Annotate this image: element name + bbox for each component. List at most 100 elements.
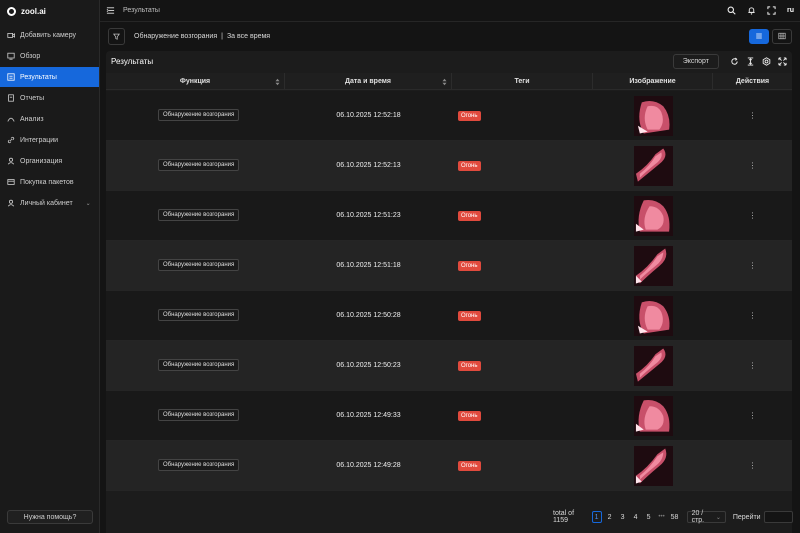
cell-datetime: 06.10.2025 12:49:33 <box>285 391 452 440</box>
page-3[interactable]: 3 <box>618 511 628 523</box>
sort-icon[interactable] <box>275 78 280 86</box>
bell-icon[interactable] <box>747 6 756 15</box>
table-row[interactable]: Обнаружение возгорания 06.10.2025 12:52:1… <box>106 91 792 141</box>
table-row[interactable]: Обнаружение возгорания 06.10.2025 12:50:2… <box>106 291 792 341</box>
fire-thumbnail-image[interactable] <box>633 395 673 436</box>
sidebar-item-integrations[interactable]: Интеграции <box>0 130 99 150</box>
column-header-label: Изображение <box>629 77 676 85</box>
table-row[interactable]: Обнаружение возгорания 06.10.2025 12:50:2… <box>106 341 792 391</box>
refresh-icon[interactable] <box>730 57 739 66</box>
table-row[interactable]: Обнаружение возгорания 06.10.2025 12:51:1… <box>106 241 792 291</box>
fire-thumbnail-image[interactable] <box>633 345 673 386</box>
fullscreen-icon[interactable] <box>767 6 776 15</box>
page-4[interactable]: 4 <box>631 511 641 523</box>
language-switch[interactable]: ru <box>787 7 794 14</box>
column-header-label: Действия <box>735 77 770 85</box>
cell-tags: Огонь <box>452 241 593 290</box>
sidebar-item-results[interactable]: Результаты <box>0 67 99 87</box>
more-actions-icon[interactable]: ⋮ <box>749 311 757 320</box>
cell-function: Обнаружение возгорания <box>106 141 285 190</box>
brand-logo[interactable]: zool.ai <box>0 0 99 22</box>
sort-icon[interactable] <box>442 78 447 86</box>
table-row[interactable]: Обнаружение возгорания 06.10.2025 12:52:1… <box>106 141 792 191</box>
sidebar-item-purchase[interactable]: Покупка пакетов <box>0 172 99 192</box>
pagination: total of 1159 1 2 3 4 5 ••• 58 20 / стр.… <box>553 510 794 524</box>
page-last[interactable]: 58 <box>670 511 680 523</box>
column-header-datetime[interactable]: Дата и время <box>285 73 452 89</box>
sidebar-item-account[interactable]: Личный кабинет ⌄ <box>0 193 99 213</box>
cell-function: Обнаружение возгорания <box>106 191 285 240</box>
sidebar-item-label: Результаты <box>20 73 57 81</box>
settings-icon[interactable] <box>762 56 771 66</box>
fire-thumbnail-image[interactable] <box>633 95 673 136</box>
function-tag: Обнаружение возгорания <box>158 108 240 121</box>
sidebar-item-organization[interactable]: Организация <box>0 151 99 171</box>
sidebar-item-overview[interactable]: Обзор <box>0 46 99 66</box>
help-button[interactable]: Нужна помощь? <box>7 510 93 524</box>
table-row[interactable]: Обнаружение возгорания 06.10.2025 12:49:2… <box>106 441 792 491</box>
sidebar: zool.ai Добавить камеру Обзор Результаты… <box>0 0 100 533</box>
user-icon <box>7 199 15 207</box>
sidebar-item-label: Организация <box>20 157 63 165</box>
sidebar-item-label: Анализ <box>20 115 44 123</box>
fire-thumbnail-image[interactable] <box>633 145 673 186</box>
filter-icon <box>113 33 120 40</box>
fire-thumbnail-image[interactable] <box>633 195 673 236</box>
breadcrumb: Результаты <box>123 7 160 14</box>
more-actions-icon[interactable]: ⋮ <box>749 161 757 170</box>
cell-tags: Огонь <box>452 91 593 140</box>
menu-toggle-icon[interactable] <box>106 6 115 15</box>
cell-image <box>593 391 713 440</box>
grid-view-button[interactable] <box>772 28 792 44</box>
cell-function: Обнаружение возгорания <box>106 441 285 490</box>
more-actions-icon[interactable]: ⋮ <box>749 411 757 420</box>
cell-actions: ⋮ <box>713 141 792 190</box>
search-icon[interactable] <box>727 6 736 15</box>
cell-datetime: 06.10.2025 12:52:18 <box>285 91 452 140</box>
page-size-select[interactable]: 20 / стр. ⌄ <box>686 510 726 524</box>
chevron-down-icon: ⌄ <box>715 514 721 521</box>
table-row[interactable]: Обнаружение возгорания 06.10.2025 12:51:2… <box>106 191 792 241</box>
more-actions-icon[interactable]: ⋮ <box>749 361 757 370</box>
page-2[interactable]: 2 <box>605 511 615 523</box>
results-icon <box>7 73 15 81</box>
fire-thumbnail-image[interactable] <box>633 445 673 486</box>
table-header: Функция Дата и время Теги Изображение Де… <box>106 73 792 90</box>
column-header-image: Изображение <box>593 73 713 89</box>
sidebar-item-reports[interactable]: Отчеты <box>0 88 99 108</box>
filter-button[interactable] <box>108 27 125 45</box>
goto-page-input[interactable] <box>763 511 794 523</box>
cell-datetime: 06.10.2025 12:51:18 <box>285 241 452 290</box>
fire-tag: Огонь <box>458 210 481 221</box>
column-header-label: Функция <box>179 77 211 85</box>
active-filter-period: За все время <box>226 32 271 40</box>
column-height-icon[interactable] <box>746 56 755 66</box>
more-actions-icon[interactable]: ⋮ <box>749 111 757 120</box>
more-actions-icon[interactable]: ⋮ <box>749 261 757 270</box>
export-button[interactable]: Экспорт <box>672 53 719 69</box>
page-1[interactable]: 1 <box>591 511 602 523</box>
list-view-button[interactable] <box>749 28 769 44</box>
fullscreen-table-icon[interactable] <box>778 56 787 66</box>
sidebar-item-label: Покупка пакетов <box>20 178 74 186</box>
cell-image <box>593 341 713 390</box>
table-tools: Экспорт <box>672 53 787 69</box>
results-card: Результаты Экспорт Функция Дата и время … <box>106 51 792 533</box>
list-icon <box>756 33 762 39</box>
datetime-text: 06.10.2025 12:49:33 <box>336 412 401 419</box>
more-actions-icon[interactable]: ⋮ <box>749 211 757 220</box>
cell-image <box>593 141 713 190</box>
fire-thumbnail-image[interactable] <box>633 295 673 336</box>
table-row[interactable]: Обнаружение возгорания 06.10.2025 12:49:3… <box>106 391 792 441</box>
fire-tag: Огонь <box>458 360 481 371</box>
page-ellipsis[interactable]: ••• <box>657 511 667 523</box>
sidebar-item-add-camera[interactable]: Добавить камеру <box>0 25 99 45</box>
page-5[interactable]: 5 <box>644 511 654 523</box>
active-filter-function: Обнаружение возгорания <box>134 32 218 40</box>
sidebar-item-analysis[interactable]: Анализ <box>0 109 99 129</box>
more-actions-icon[interactable]: ⋮ <box>749 461 757 470</box>
fire-thumbnail-image[interactable] <box>633 245 673 286</box>
column-header-function[interactable]: Функция <box>106 73 285 89</box>
datetime-text: 06.10.2025 12:51:23 <box>336 212 401 219</box>
card-title: Результаты <box>111 56 154 66</box>
